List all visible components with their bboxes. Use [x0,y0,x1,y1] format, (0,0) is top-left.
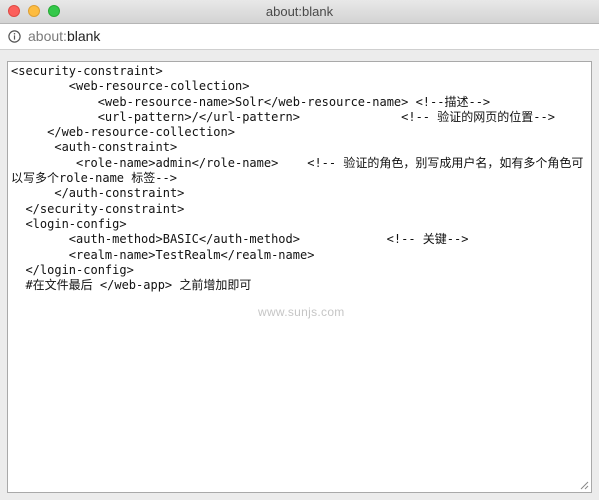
resize-grip-icon[interactable] [579,480,589,490]
page-content: <security-constraint> <web-resource-coll… [0,50,599,500]
code-textarea[interactable]: <security-constraint> <web-resource-coll… [7,61,592,493]
url-scheme: about: [28,28,67,44]
code-line: <role-name>admin</role-name> <!-- 验证的角色，… [11,155,584,186]
window-titlebar: about:blank [0,0,599,24]
window-title: about:blank [265,4,334,19]
code-line: #在文件最后 </web-app> 之前增加即可 [11,278,252,293]
code-line: <web-resource-collection> [11,79,250,94]
code-text: <security-constraint> <web-resource-coll… [11,64,586,293]
code-line: <login-config> [11,216,127,231]
watermark: www.sunjs.com [258,305,345,319]
code-line: <security-constraint> [11,64,163,78]
url-path: blank [66,28,101,44]
code-line: </web-resource-collection> [11,125,235,140]
code-line: <auth-method>BASIC</auth-method> <!-- 关键… [11,232,469,247]
code-line: <web-resource-name>Solr</web-resource-na… [11,94,491,109]
info-icon[interactable] [8,30,21,43]
code-line: </security-constraint> [11,201,185,216]
code-line: <auth-constraint> [11,140,178,155]
code-line: <realm-name>TestRealm</realm-name> [11,247,315,262]
code-line: <url-pattern>/</url-pattern> <!-- 验证的网页的… [11,109,555,124]
code-line: </login-config> [11,262,134,277]
code-line: </auth-constraint> [11,186,185,201]
address-bar[interactable]: about:blank [0,24,599,50]
url-text[interactable]: about:blank [28,28,100,44]
